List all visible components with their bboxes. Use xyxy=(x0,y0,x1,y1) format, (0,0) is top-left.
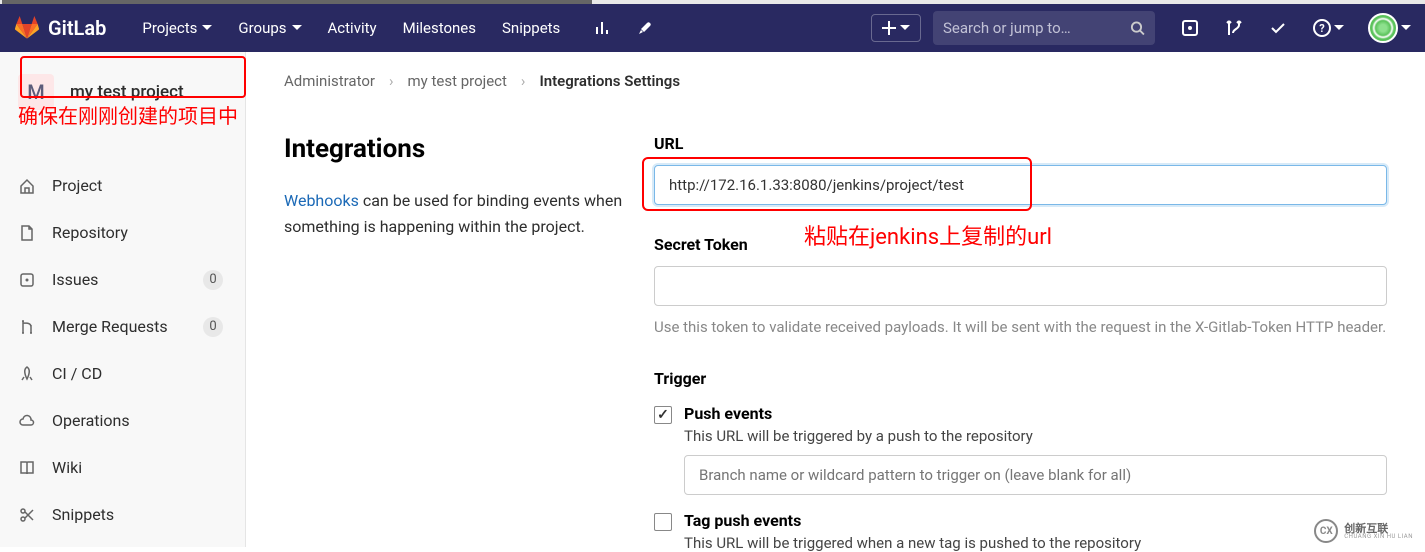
todo-nav-icon[interactable] xyxy=(1269,19,1287,37)
chevron-down-icon xyxy=(900,23,910,33)
trigger-title: Tag push events xyxy=(684,511,1387,530)
breadcrumb: Administrator › my test project › Integr… xyxy=(284,72,1387,90)
file-icon xyxy=(18,224,36,242)
chart-icon[interactable] xyxy=(594,19,612,37)
avatar[interactable] xyxy=(1368,13,1398,43)
sidebar-item-project[interactable]: Project xyxy=(0,162,245,209)
home-icon xyxy=(18,177,36,195)
sidebar-item-operations[interactable]: Operations xyxy=(0,397,245,444)
nav-links: Projects Groups Activity Milestones Snip… xyxy=(130,11,572,45)
tag-push-events-checkbox[interactable] xyxy=(654,513,672,531)
mr-count: 0 xyxy=(203,317,223,337)
plus-button[interactable] xyxy=(871,14,921,42)
sidebar-item-label: Wiki xyxy=(52,458,82,477)
sidebar-item-label: CI / CD xyxy=(52,364,102,383)
sidebar-item-label: Issues xyxy=(52,270,98,289)
search-box[interactable] xyxy=(933,11,1155,45)
merge-nav-icon[interactable] xyxy=(1225,19,1243,37)
issues-count: 0 xyxy=(203,270,223,290)
gitlab-logo[interactable]: GitLab xyxy=(14,16,106,40)
trigger-desc: This URL will be triggered by a push to … xyxy=(684,427,1387,445)
trigger-title: Push events xyxy=(684,404,1387,423)
top-navbar: GitLab Projects Groups Activity Mileston… xyxy=(0,4,1425,52)
webhooks-link[interactable]: Webhooks xyxy=(284,191,359,210)
nav-milestones[interactable]: Milestones xyxy=(391,11,488,45)
merge-icon xyxy=(18,318,36,336)
url-label: URL xyxy=(654,134,1387,153)
integrations-description: Webhooks can be used for binding events … xyxy=(284,188,624,239)
book-icon xyxy=(18,459,36,477)
search-icon xyxy=(1130,20,1145,36)
scissors-icon xyxy=(18,506,36,524)
sidebar-item-cicd[interactable]: CI / CD xyxy=(0,350,245,397)
search-input[interactable] xyxy=(943,19,1130,37)
sidebar-item-merge-requests[interactable]: Merge Requests 0 xyxy=(0,303,245,350)
breadcrumb-link[interactable]: Administrator xyxy=(284,72,375,90)
page-title: Integrations xyxy=(284,134,624,164)
chevron-down-icon xyxy=(1401,23,1411,33)
annotation-text: 确保在刚刚创建的项目中 xyxy=(18,100,238,129)
help-icon: ? xyxy=(1313,19,1331,37)
sidebar-item-label: Repository xyxy=(52,223,128,242)
chevron-down-icon xyxy=(292,23,302,33)
main-content: Administrator › my test project › Integr… xyxy=(246,52,1425,547)
breadcrumb-current: Integrations Settings xyxy=(539,72,680,90)
issues-icon xyxy=(18,271,36,289)
url-input[interactable] xyxy=(654,165,1387,205)
chevron-right-icon: › xyxy=(389,72,394,90)
cloud-icon xyxy=(18,412,36,430)
nav-groups[interactable]: Groups xyxy=(226,11,313,45)
branch-filter-input[interactable] xyxy=(684,455,1387,495)
watermark: CX 创新互联 CHUANG XIN HU LIAN xyxy=(1308,517,1419,545)
help-menu[interactable]: ? xyxy=(1313,19,1344,37)
sidebar-item-repository[interactable]: Repository xyxy=(0,209,245,256)
trigger-push-events: Push events This URL will be triggered b… xyxy=(654,404,1387,495)
chevron-right-icon: › xyxy=(521,72,526,90)
chevron-down-icon xyxy=(202,23,212,33)
plus-icon xyxy=(882,21,896,35)
sidebar-item-label: Snippets xyxy=(52,505,114,524)
nav-snippets[interactable]: Snippets xyxy=(490,11,572,45)
annotation-box xyxy=(20,56,246,98)
push-events-checkbox[interactable] xyxy=(654,406,672,424)
sidebar-item-issues[interactable]: Issues 0 xyxy=(0,256,245,303)
rocket-icon xyxy=(18,365,36,383)
trigger-desc: This URL will be triggered when a new ta… xyxy=(684,534,1387,552)
sidebar-item-snippets[interactable]: Snippets xyxy=(0,491,245,538)
sidebar-item-wiki[interactable]: Wiki xyxy=(0,444,245,491)
gitlab-icon xyxy=(14,16,40,40)
trigger-tag-push-events: Tag push events This URL will be trigger… xyxy=(654,511,1387,552)
sidebar-item-label: Project xyxy=(52,176,102,195)
sidebar-item-label: Merge Requests xyxy=(52,317,168,336)
sidebar-item-label: Operations xyxy=(52,411,130,430)
annotation-text: 粘贴在jenkins上复制的url xyxy=(804,219,1052,251)
secret-token-input[interactable] xyxy=(654,266,1387,306)
nav-projects[interactable]: Projects xyxy=(130,11,224,45)
issues-nav-icon[interactable] xyxy=(1181,19,1199,37)
wrench-icon[interactable] xyxy=(636,19,654,37)
chevron-down-icon xyxy=(1334,23,1344,33)
trigger-label: Trigger xyxy=(654,369,1387,388)
secret-helper: Use this token to validate received payl… xyxy=(654,316,1387,339)
nav-activity[interactable]: Activity xyxy=(316,11,389,45)
breadcrumb-link[interactable]: my test project xyxy=(408,72,507,90)
sidebar: M my test project 确保在刚刚创建的项目中 Project Re… xyxy=(0,52,246,547)
svg-text:?: ? xyxy=(1319,22,1325,35)
watermark-icon: CX xyxy=(1314,519,1338,543)
gitlab-text: GitLab xyxy=(48,16,106,40)
